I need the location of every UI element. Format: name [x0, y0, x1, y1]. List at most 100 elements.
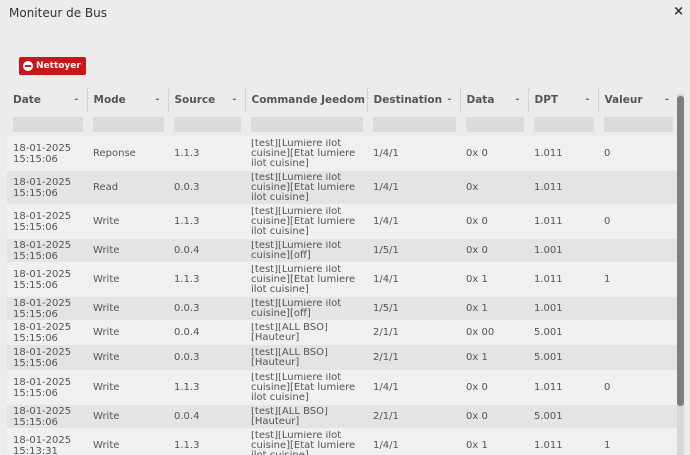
column-header-dpt[interactable]: DPT -: [528, 88, 599, 112]
filter-commande-input[interactable]: [251, 116, 363, 132]
cell-valeur: [598, 239, 677, 262]
cell-destination: 1/5/1: [367, 239, 460, 262]
cell-commande-text: [test][Lumiere ilot cuisine][off]: [251, 240, 342, 261]
cell-mode: Read: [87, 171, 168, 204]
cell-date: 18-01-2025 15:15:06: [7, 320, 87, 345]
table-row: 18-01-2025 15:15:06 Read 0.0.3 [test][Lumie…: [7, 171, 677, 204]
cell-dpt-text: 1.001: [534, 245, 563, 256]
cell-data: 0x 0: [460, 239, 528, 262]
cell-dpt: 1.001: [528, 297, 598, 320]
table-row: 18-01-2025 15:15:06 Write 0.0.4 [test][Lumi…: [7, 239, 677, 262]
cell-data-text: 0x 0: [466, 411, 488, 422]
cell-valeur: 1: [598, 262, 677, 297]
cell-destination-text: 1/4/1: [373, 216, 399, 227]
cell-mode: Write: [87, 345, 168, 370]
cell-commande-text: [test][ALL BSO][Hauteur]: [251, 347, 328, 368]
cell-commande-text: [test][Lumiere ilot cuisine][Etat lumier…: [251, 206, 356, 237]
cell-date: 18-01-2025 15:13:31: [7, 428, 87, 455]
cell-commande: [test][ALL BSO][Hauteur]: [245, 405, 367, 428]
cell-valeur-text: 1: [604, 274, 611, 285]
column-header-valeur[interactable]: Valeur -: [598, 88, 677, 112]
filter-valeur-input[interactable]: [604, 116, 673, 132]
sort-icon[interactable]: -: [354, 94, 358, 105]
cell-dpt-text: 5.001: [534, 352, 563, 363]
cell-data: 0x: [460, 171, 528, 204]
cell-dpt-text: 1.011: [534, 382, 563, 393]
sort-icon[interactable]: -: [232, 94, 236, 105]
column-header-commande[interactable]: Commande Jeedom -: [245, 88, 368, 112]
cell-dpt: 1.011: [528, 136, 598, 171]
cell-data: 0x 1: [460, 262, 528, 297]
cell-data-text: 0x 0: [466, 245, 488, 256]
sort-icon[interactable]: -: [155, 94, 159, 105]
cell-destination: 2/1/1: [367, 345, 460, 370]
cell-destination-text: 2/1/1: [373, 352, 399, 363]
cell-data-text: 0x 0: [466, 216, 488, 227]
scrollbar-thumb[interactable]: [677, 96, 684, 406]
cell-mode: Write: [87, 262, 168, 297]
cell-source-text: 0.0.3: [174, 303, 200, 314]
cell-date: 18-01-2025 15:15:06: [7, 405, 87, 428]
cell-valeur: [598, 171, 677, 204]
cell-date-text: 18-01-2025 15:15:06: [13, 297, 72, 320]
cell-date: 18-01-2025 15:15:06: [7, 262, 87, 297]
column-header-destination[interactable]: Destination -: [367, 88, 461, 112]
clear-button[interactable]: Nettoyer: [19, 57, 86, 75]
cell-commande: [test][Lumiere ilot cuisine][Etat lumier…: [245, 136, 367, 171]
cell-mode-text: Write: [93, 382, 120, 393]
cell-commande-text: [test][Lumiere ilot cuisine][Etat lumier…: [251, 430, 356, 455]
column-header-mode[interactable]: Mode -: [87, 88, 169, 112]
cell-mode-text: Write: [93, 303, 120, 314]
cell-data-text: 0x 1: [466, 303, 488, 314]
table-row: 18-01-2025 15:13:31 Write 1.1.3 [test][Lumi…: [7, 428, 677, 455]
column-header-source[interactable]: Source -: [168, 88, 246, 112]
cell-date-text: 18-01-2025 15:15:06: [13, 346, 72, 369]
filter-date-input[interactable]: [13, 116, 83, 132]
cell-destination-text: 1/5/1: [373, 303, 399, 314]
sort-icon[interactable]: -: [74, 94, 78, 105]
close-icon[interactable]: ×: [673, 4, 684, 19]
cell-mode: Reponse: [87, 136, 168, 171]
cell-dpt: 5.001: [528, 345, 598, 370]
cell-dpt: 5.001: [528, 320, 598, 345]
bus-monitor-table: Date - Mode - Source - Commande Jeedom - Des…: [7, 88, 677, 455]
modal-header: Moniteur de Bus ×: [0, 0, 690, 28]
filter-data-input[interactable]: [466, 116, 524, 132]
filter-mode-input[interactable]: [93, 116, 164, 132]
cell-date-text: 18-01-2025 15:15:06: [13, 239, 72, 262]
sort-icon[interactable]: -: [585, 94, 589, 105]
column-header-data[interactable]: Data -: [460, 88, 529, 112]
cell-source-text: 0.0.4: [174, 245, 200, 256]
cell-valeur: 0: [598, 204, 677, 239]
cell-commande-text: [test][ALL BSO][Hauteur]: [251, 406, 328, 427]
sort-icon[interactable]: -: [665, 94, 669, 105]
cell-mode-text: Write: [93, 352, 120, 363]
sort-icon[interactable]: -: [447, 94, 451, 105]
cell-mode-text: Write: [93, 440, 120, 451]
column-header-date[interactable]: Date -: [7, 88, 88, 112]
cell-destination: 1/4/1: [367, 428, 460, 455]
cell-source: 1.1.3: [168, 204, 245, 239]
cell-commande: [test][ALL BSO][Hauteur]: [245, 345, 367, 370]
table-scrollbar[interactable]: [677, 94, 684, 455]
cell-commande: [test][Lumiere ilot cuisine][off]: [245, 297, 367, 320]
cell-source: 0.0.4: [168, 320, 245, 345]
filter-source-input[interactable]: [174, 116, 241, 132]
sort-icon[interactable]: -: [515, 94, 519, 105]
filter-dpt-input[interactable]: [534, 116, 594, 132]
cell-mode: Write: [87, 370, 168, 405]
cell-data: 0x 0: [460, 370, 528, 405]
cell-dpt: 1.011: [528, 262, 598, 297]
cell-dpt-text: 1.011: [534, 274, 563, 285]
cell-commande: [test][ALL BSO][Hauteur]: [245, 320, 367, 345]
cell-source: 0.0.4: [168, 405, 245, 428]
cell-dpt: 1.011: [528, 428, 598, 455]
cell-data: 0x 0: [460, 136, 528, 171]
cell-data-text: 0x 1: [466, 274, 488, 285]
table-row: 18-01-2025 15:15:06 Write 1.1.3 [test][Lumi…: [7, 204, 677, 239]
cell-date: 18-01-2025 15:15:06: [7, 171, 87, 204]
cell-date-text: 18-01-2025 15:15:06: [13, 268, 72, 291]
minus-circle-icon: [23, 61, 33, 71]
filter-destination-input[interactable]: [373, 116, 456, 132]
cell-mode-text: Write: [93, 327, 120, 338]
